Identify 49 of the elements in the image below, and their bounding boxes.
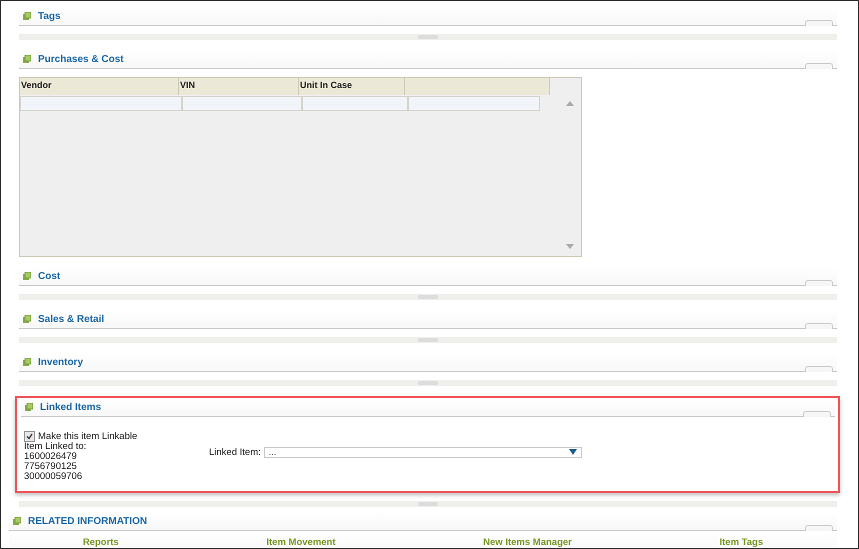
column-header[interactable]: Unit In Case	[299, 78, 405, 95]
collapse-tab[interactable]	[805, 323, 833, 329]
collapse-bar[interactable]	[19, 34, 837, 40]
section-icon	[25, 403, 33, 411]
column-header[interactable]: VIN	[179, 78, 299, 95]
section-title: Cost	[38, 270, 60, 282]
related-link[interactable]: Reports	[82, 536, 119, 548]
section-icon	[23, 12, 31, 20]
input-cell[interactable]	[20, 96, 182, 111]
section-title: RELATED INFORMATION	[28, 516, 148, 526]
collapse-bar[interactable]	[19, 380, 837, 386]
collapse-tab[interactable]	[805, 280, 833, 286]
input-cell[interactable]	[182, 96, 302, 111]
scroll-down-icon[interactable]	[566, 244, 574, 249]
section-header[interactable]: Linked Items	[21, 398, 835, 417]
collapse-tab[interactable]	[803, 411, 831, 417]
section-title: Inventory	[38, 356, 84, 368]
section-icon	[23, 272, 31, 280]
section-title: Tags	[38, 10, 61, 22]
section-icon	[23, 358, 31, 366]
collapse-bar[interactable]	[19, 294, 837, 300]
related-link[interactable]: Item Tags	[720, 536, 764, 548]
collapse-bar[interactable]	[19, 501, 837, 507]
checkbox[interactable]	[24, 431, 35, 442]
collapse-tab[interactable]	[805, 366, 833, 372]
linked-item-id: 7756790125	[24, 462, 78, 472]
collapse-tab[interactable]	[805, 63, 833, 69]
section-title: Purchases & Cost	[38, 54, 124, 64]
checkbox-label: Make this item Linkable	[38, 432, 138, 442]
field-label: Linked Item:	[209, 446, 261, 458]
collapse-tab[interactable]	[805, 525, 833, 531]
column-header[interactable]: Vendor	[20, 78, 179, 95]
section-icon	[23, 55, 31, 63]
section-icon	[13, 517, 21, 525]
related-link[interactable]: Item Movement	[266, 536, 336, 548]
section-icon	[23, 315, 31, 323]
linked-to-label: Item Linked to:	[24, 442, 88, 452]
input-cell[interactable]	[302, 96, 408, 111]
dropdown-field[interactable]: ...	[264, 446, 582, 458]
related-link[interactable]: New Items Manager	[483, 536, 572, 548]
dropdown-arrow-icon	[568, 449, 577, 455]
input-cell[interactable]	[408, 96, 540, 111]
section-title: Linked Items	[40, 402, 102, 412]
scroll-up-icon[interactable]	[566, 101, 574, 106]
collapse-bar[interactable]	[19, 337, 837, 343]
linked-item-id: 1600026479	[24, 452, 78, 462]
section-title: Sales & Retail	[38, 314, 104, 324]
collapse-tab[interactable]	[805, 20, 833, 26]
linked-item-id: 30000059706	[24, 472, 84, 482]
